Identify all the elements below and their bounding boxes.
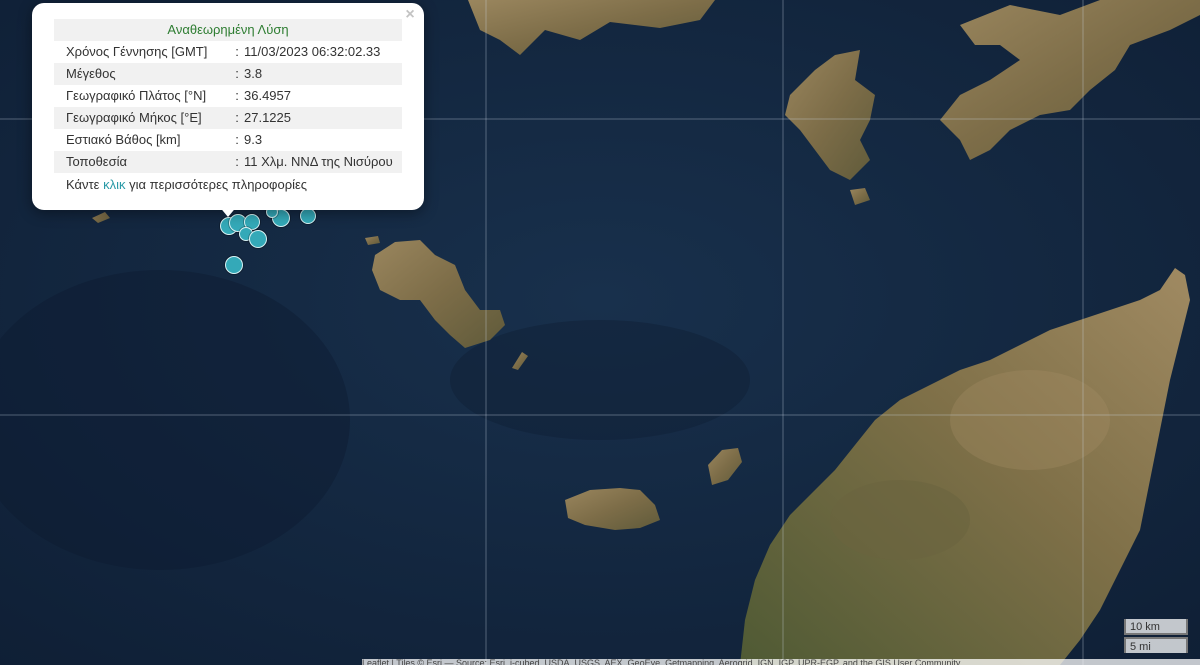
popup-title: Αναθεωρημένη Λύση	[54, 19, 402, 41]
info-row: Χρόνος Γέννησης [GMT] : 11/03/2023 06:32…	[54, 41, 402, 63]
info-separator: :	[235, 88, 239, 103]
earthquake-marker[interactable]	[300, 208, 316, 224]
map-scale: 10 km 5 mi	[1124, 619, 1188, 653]
earthquake-marker[interactable]	[249, 230, 267, 248]
info-label: Τοποθεσία	[54, 151, 230, 173]
info-label: Γεωγραφικό Πλάτος [°N]	[66, 88, 207, 103]
info-row: Μέγεθος : 3.8	[54, 63, 402, 85]
info-value: 3.8	[244, 63, 402, 85]
info-row: Γεωγραφικό Πλάτος [°N] : 36.4957	[54, 85, 402, 107]
info-row: Εστιακό Βάθος [km] : 9.3	[54, 129, 402, 151]
info-label: Χρόνος Γέννησης [GMT]	[66, 44, 208, 59]
info-label: Μέγεθος	[54, 63, 230, 85]
terrain	[830, 480, 970, 560]
info-label: Γεωγραφικό Μήκος [°E]	[54, 107, 230, 129]
info-value: 9.3	[244, 132, 263, 147]
info-separator: :	[230, 151, 244, 173]
info-row: Τοποθεσία : 11 Χλμ. ΝΝΔ της Νισύρου	[54, 151, 402, 173]
more-info-link[interactable]: κλικ	[103, 177, 125, 192]
more-info-text: Κάντε κλικ για περισσότερες πληροφορίες	[54, 175, 402, 195]
close-icon[interactable]: ×	[402, 7, 418, 23]
popup-tip	[218, 205, 238, 217]
info-label: Εστιακό Βάθος [km]	[66, 132, 181, 147]
scale-km: 10 km	[1124, 619, 1188, 635]
earthquake-marker[interactable]	[225, 256, 243, 274]
info-separator: :	[230, 63, 244, 85]
map-attribution: Leaflet | Tiles © Esri — Source: Esri, i…	[362, 659, 1200, 665]
info-separator: :	[235, 44, 239, 59]
info-separator: :	[235, 132, 239, 147]
terrain	[950, 370, 1110, 470]
scale-mi: 5 mi	[1124, 637, 1188, 653]
info-value: 36.4957	[244, 88, 291, 103]
info-row: Γεωγραφικό Μήκος [°E] : 27.1225	[54, 107, 402, 129]
info-value: 11/03/2023 06:32:02.33	[244, 44, 381, 59]
deep-water	[450, 320, 750, 440]
more-info-prefix: Κάντε	[66, 177, 104, 192]
earthquake-info-popup: × Αναθεωρημένη Λύση Χρόνος Γέννησης [GMT…	[32, 3, 424, 210]
info-table: Χρόνος Γέννησης [GMT] : 11/03/2023 06:32…	[54, 41, 402, 173]
info-separator: :	[230, 107, 244, 129]
info-value: 27.1225	[244, 107, 402, 129]
more-info-suffix: για περισσότερες πληροφορίες	[125, 177, 308, 192]
info-value: 11 Χλμ. ΝΝΔ της Νισύρου	[244, 151, 402, 173]
